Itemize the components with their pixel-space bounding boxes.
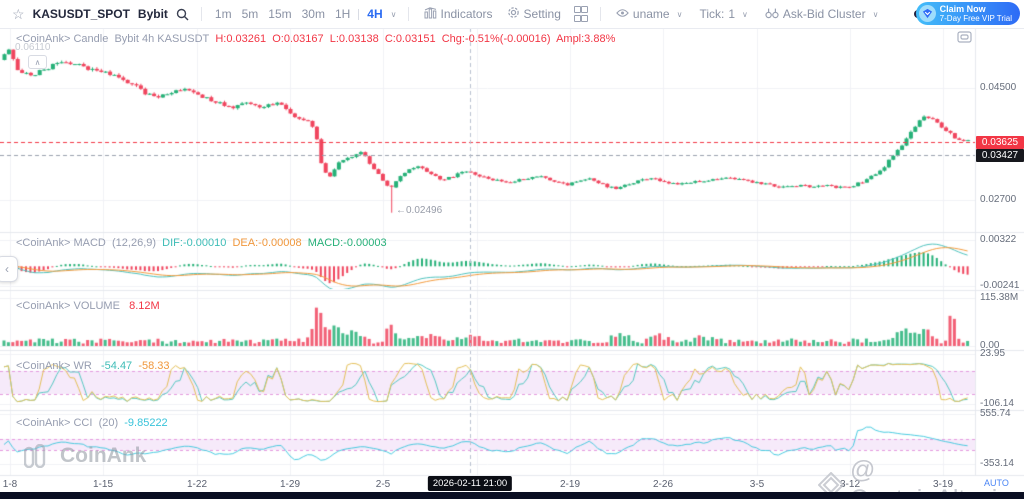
last-price-badge: 0.03625 (976, 136, 1024, 149)
timeframe-15m[interactable]: 15m (268, 7, 291, 21)
symbol-name[interactable]: KASUSDT_SPOT (33, 7, 130, 21)
search-icon[interactable] (176, 8, 189, 21)
askbid-label: Ask-Bid Cluster (782, 7, 866, 21)
setting-button[interactable]: Setting (507, 6, 561, 22)
wr-value-1: -54.47 (100, 360, 133, 372)
divider (358, 8, 360, 20)
price-axis-label: -0.00241 (980, 280, 1020, 291)
macd-params: (12,26,9) (112, 237, 157, 249)
indicators-label: Indicators (440, 7, 493, 21)
price-axis-label: 0.02700 (980, 194, 1017, 205)
trading-app: ☆ KASUSDT_SPOT Bybit 1m 5m 15m 30m 1H 4H ∨ I… (0, 0, 1024, 499)
cci-value: -9.85222 (124, 417, 168, 429)
cci-legend: <CoinAnk> CCI (20) -9.85222 (16, 417, 168, 429)
vip-line2: 7-Day Free VIP Trial (939, 14, 1012, 23)
tick-value: 1 (728, 7, 736, 21)
macd-dea-value: DEA:-0.00008 (232, 237, 302, 249)
macd-title: <CoinAnk> MACD (16, 237, 106, 249)
timeframe-1h[interactable]: 1H (335, 7, 350, 21)
price-axis-label: 23.95 (980, 348, 1006, 359)
time-axis-label: 1-8 (2, 479, 18, 490)
macd-hist-value: MACD:-0.00003 (307, 237, 387, 249)
wr-value-2: -58.33 (138, 360, 170, 372)
timeframe-5m[interactable]: 5m (242, 7, 259, 21)
collapse-left-button[interactable]: ‹ (0, 256, 18, 282)
time-axis-label: 2-19 (559, 479, 581, 490)
lowest-price-annotation: ←0.02496 (396, 205, 443, 216)
indicators-button[interactable]: Indicators (424, 6, 493, 22)
tick-label: Tick: (699, 7, 725, 21)
legend-source: <CoinAnk> Candle (16, 33, 109, 45)
divider (599, 7, 601, 21)
divider (407, 7, 409, 21)
price-axis-label: 555.74 (980, 408, 1011, 419)
binoculars-icon (765, 7, 779, 22)
timeframe-1m[interactable]: 1m (215, 7, 232, 21)
legend-change: Chg:-0.51%(-0.00016) (441, 33, 551, 45)
wr-legend: <CoinAnk> WR -54.47 -58.33 (16, 360, 170, 372)
askbid-cluster-toggle[interactable]: Ask-Bid Cluster ∨ (765, 7, 882, 22)
vip-trial-button[interactable]: Claim Now 7-Day Free VIP Trial (915, 2, 1020, 25)
volume-title: <CoinAnk> VOLUME (16, 300, 120, 312)
favorite-star-icon[interactable]: ☆ (12, 6, 25, 23)
legend-close: C:0.03151 (384, 33, 436, 45)
legend-low: L:0.03138 (329, 33, 379, 45)
chevron-down-icon: ∨ (872, 9, 879, 19)
setting-label: Setting (523, 7, 561, 21)
bottom-dark-strip (0, 492, 1024, 499)
volume-value: 8.12M (129, 300, 160, 312)
volume-legend: <CoinAnk> VOLUME 8.12M (16, 300, 160, 312)
vip-line1: Claim Now (939, 4, 986, 14)
chevron-up-icon: ∧ (34, 57, 41, 67)
crosshair-price-badge: 0.03427 (976, 149, 1024, 162)
legend-open: O:0.03167 (272, 33, 324, 45)
crosshair-time-tooltip: 2026-02-11 21:00 (427, 476, 513, 491)
time-axis-label: 2-26 (652, 479, 674, 490)
timeframe-4h[interactable]: 4H (367, 7, 382, 21)
divider (200, 7, 202, 21)
price-axis-label: 0.00322 (980, 234, 1017, 245)
macd-legend: <CoinAnk> MACD (12,26,9) DIF:-0.00010 DE… (16, 237, 387, 249)
cci-params: (20) (98, 417, 119, 429)
uname-label: uname (632, 7, 670, 21)
uname-menu[interactable]: uname ∨ (616, 7, 686, 21)
legend-high: H:0.03261 (215, 33, 267, 45)
eye-icon (616, 7, 629, 21)
timeframe-30m[interactable]: 30m (302, 7, 325, 21)
time-axis-label: 2-5 (375, 479, 391, 490)
price-axis-label: 115.38M (980, 292, 1019, 303)
vip-badge-icon (918, 5, 936, 22)
legend-symbol: Bybit 4h KASUSDT (114, 33, 210, 45)
legend-amplitude: Ampl:3.88% (556, 33, 616, 45)
gear-icon (507, 6, 520, 22)
chevron-down-icon[interactable]: ∨ (391, 10, 397, 19)
tick-select[interactable]: Tick: 1 ∨ (699, 7, 750, 21)
time-axis-label: 1-15 (92, 479, 114, 490)
chevron-down-icon: ∨ (676, 9, 683, 19)
macd-dif-value: DIF:-0.00010 (162, 237, 227, 249)
time-axis-label: 1-22 (186, 479, 208, 490)
collapse-pane-button[interactable]: ∧ (28, 55, 47, 69)
coinank-watermark: CoinAnk (23, 443, 147, 469)
time-axis-label: 1-29 (279, 479, 301, 490)
chevron-down-icon: ∨ (742, 9, 748, 19)
screenshot-camera-icon[interactable] (957, 30, 972, 48)
main-chart-legend: <CoinAnk> Candle Bybit 4h KASUSDT H:0.03… (16, 33, 615, 45)
chevron-left-icon: ‹ (5, 262, 9, 276)
timeframe-list: 1m 5m 15m 30m 1H (210, 5, 355, 23)
indicators-icon (424, 6, 437, 22)
coinank-logo-icon (23, 443, 54, 469)
layout-grid-icon[interactable] (573, 6, 588, 22)
coinank-watermark-text: CoinAnk (60, 444, 147, 467)
price-axis-label: 0.04500 (980, 82, 1017, 93)
toolbar: ☆ KASUSDT_SPOT Bybit 1m 5m 15m 30m 1H 4H ∨ I… (0, 0, 1024, 29)
cci-title: <CoinAnk> CCI (16, 417, 93, 429)
time-axis-label: 3-5 (749, 479, 765, 490)
exchange-name[interactable]: Bybit (138, 7, 168, 21)
wr-title: <CoinAnk> WR (16, 360, 92, 372)
